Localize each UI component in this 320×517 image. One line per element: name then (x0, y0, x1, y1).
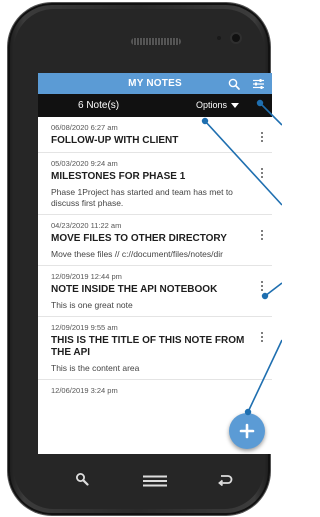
options-label: Options (196, 100, 228, 110)
more-vert-icon[interactable] (260, 332, 264, 344)
options-dropdown[interactable]: Options (196, 94, 240, 117)
app-screen: MY NOTES 6 Note(s) Options 06/08/2020 6:… (38, 73, 272, 454)
note-item[interactable]: 06/08/2020 6:27 am FOLLOW-UP WITH CLIENT (38, 117, 272, 153)
note-body: Move these files // c://document/files/n… (51, 249, 223, 259)
back-icon (218, 475, 233, 487)
device-back-button[interactable] (217, 473, 233, 491)
device-menu-button[interactable] (142, 474, 168, 492)
note-date: 12/06/2019 3:24 pm (51, 386, 118, 395)
note-date: 12/09/2019 9:55 am (51, 323, 118, 332)
notes-list: 06/08/2020 6:27 am FOLLOW-UP WITH CLIENT… (38, 117, 272, 400)
plus-icon (239, 423, 255, 439)
add-note-button[interactable] (229, 413, 265, 449)
camera-icon (232, 34, 240, 42)
more-vert-icon[interactable] (260, 230, 264, 242)
note-item[interactable]: 12/06/2019 3:24 pm (38, 380, 272, 400)
filter-settings-button[interactable] (248, 73, 268, 94)
search-icon (228, 78, 240, 90)
note-body: This is the content area (51, 363, 140, 373)
sensor-dot (217, 36, 221, 40)
search-button[interactable] (224, 73, 244, 94)
note-date: 05/03/2020 9:24 am (51, 159, 118, 168)
device-nav-bar (38, 454, 264, 494)
search-icon (76, 473, 89, 486)
note-date: 06/08/2020 6:27 am (51, 123, 118, 132)
note-date: 04/23/2020 11:22 am (51, 221, 122, 230)
note-item[interactable]: 04/23/2020 11:22 am MOVE FILES TO OTHER … (38, 215, 272, 266)
note-item[interactable]: 12/09/2019 12:44 pm NOTE INSIDE THE API … (38, 266, 272, 317)
menu-icon (143, 475, 167, 487)
note-title: MILESTONES FOR PHASE 1 (51, 171, 186, 182)
filter-settings-icon (252, 78, 264, 89)
note-item[interactable]: 12/09/2019 9:55 am THIS IS THE TITLE OF … (38, 317, 272, 380)
app-header: MY NOTES (38, 73, 272, 94)
more-vert-icon[interactable] (260, 168, 264, 180)
more-vert-icon[interactable] (260, 281, 264, 293)
note-body: Phase 1Project has started and team has … (51, 187, 233, 208)
speaker-grille (131, 38, 181, 45)
more-vert-icon[interactable] (260, 132, 264, 144)
note-title: FOLLOW-UP WITH CLIENT (51, 135, 179, 146)
list-toolbar: 6 Note(s) Options (38, 94, 272, 117)
note-date: 12/09/2019 12:44 pm (51, 272, 122, 281)
device-search-button[interactable] (75, 472, 89, 491)
caret-down-icon (231, 103, 240, 109)
note-item[interactable]: 05/03/2020 9:24 am MILESTONES FOR PHASE … (38, 153, 272, 215)
note-count: 6 Note(s) (78, 100, 120, 111)
note-body: This is one great note (51, 300, 133, 310)
note-title: MOVE FILES TO OTHER DIRECTORY (51, 233, 227, 244)
note-title: THIS IS THE TITLE OF THIS NOTE FROM THE … (51, 335, 245, 358)
note-title: NOTE INSIDE THE API NOTEBOOK (51, 284, 218, 295)
